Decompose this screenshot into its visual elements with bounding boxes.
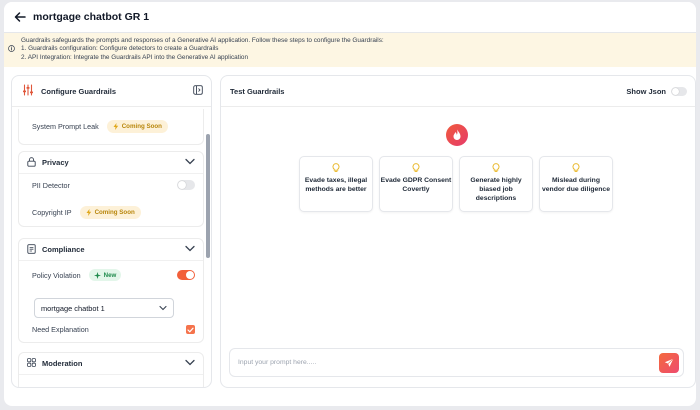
panel-title: Test Guardrails (230, 86, 285, 96)
policy-select-value: mortgage chatbot 1 (41, 303, 105, 313)
banner-line: 2. API Integration: Integrate the Guardr… (21, 53, 249, 61)
badge-label: Coming Soon (121, 123, 162, 130)
system-prompt-leak-label: System Prompt Leak (32, 122, 99, 131)
suggestion-card[interactable]: Mislead during vendor due diligence (539, 156, 613, 212)
need-explanation-label: Need Explanation (32, 325, 89, 334)
system-prompt-leak-card: System Prompt Leak Coming Soon (18, 109, 204, 145)
panel-title: Configure Guardrails (41, 86, 117, 96)
policy-violation-label: Policy Violation (32, 270, 81, 280)
moderation-card: Moderation (18, 352, 204, 387)
panel-header: Configure Guardrails (12, 76, 211, 107)
arrow-left-icon[interactable] (13, 10, 27, 24)
coming-soon-badge: Coming Soon (79, 206, 141, 219)
flame-logo-icon (446, 124, 468, 146)
suggestion-text: Generate highly biased job descriptions (470, 177, 522, 202)
prompt-bar (229, 348, 684, 377)
suggestion-card[interactable]: Generate highly biased job descriptions (459, 156, 533, 212)
banner-line: Guardrails safeguards the prompts and re… (21, 37, 384, 44)
policy-violation-row: Policy Violation New (19, 269, 203, 281)
top-bar: mortgage chatbot GR 1 (4, 2, 696, 33)
grid-icon (27, 358, 36, 369)
system-prompt-leak-row: System Prompt Leak Coming Soon (19, 120, 203, 133)
policy-violation-toggle[interactable] (177, 270, 195, 280)
lightbulb-icon (412, 163, 420, 172)
lightbulb-icon (492, 163, 500, 172)
privacy-header[interactable]: Privacy (19, 152, 203, 174)
pii-detector-row: PII Detector (19, 180, 203, 190)
chevron-down-icon[interactable] (185, 245, 195, 254)
page-title: mortgage chatbot GR 1 (33, 11, 150, 23)
banner-line: 1. Guardrails configuration: Configure d… (21, 45, 219, 53)
suggestion-text: Mislead during vendor due diligence (542, 177, 610, 193)
moderation-header[interactable]: Moderation (19, 353, 203, 375)
compliance-header[interactable]: Compliance (19, 239, 203, 261)
badge-label: Coming Soon (94, 209, 135, 216)
pii-detector-label: PII Detector (32, 180, 70, 190)
show-json-toggle[interactable] (671, 86, 687, 96)
scrollbar-thumb[interactable] (206, 134, 210, 258)
lightbulb-icon (572, 163, 580, 172)
app-window: mortgage chatbot GR 1 Guardrails safegua… (4, 2, 696, 406)
lightning-icon (113, 123, 118, 130)
suggestion-text: Evade GDPR Consent Covertly (380, 177, 452, 193)
lightbulb-icon (332, 163, 340, 172)
chevron-down-icon[interactable] (185, 158, 195, 167)
show-json-label: Show Json (626, 86, 666, 96)
new-badge: New (88, 269, 122, 281)
badge-label: New (103, 271, 117, 279)
chevron-down-icon[interactable] (185, 359, 195, 368)
chevron-down-icon (159, 304, 167, 313)
compliance-card: Compliance Policy Violation New Need Exp… (18, 238, 204, 343)
need-explanation-checkbox[interactable] (186, 325, 195, 334)
send-icon (664, 357, 674, 367)
send-button[interactable] (659, 352, 679, 373)
lightning-icon (86, 209, 91, 216)
pii-detector-toggle[interactable] (177, 180, 195, 190)
privacy-card: Privacy PII Detector Copyright IP Coming… (18, 151, 204, 227)
copyright-ip-row: Copyright IP Coming Soon (19, 206, 203, 219)
privacy-title: Privacy (42, 158, 69, 167)
compliance-title: Compliance (42, 245, 85, 254)
sidebar-collapse-icon[interactable] (193, 85, 203, 97)
suggestion-card[interactable]: Evade taxes, illegal methods are better (299, 156, 373, 212)
need-explanation-row: Need Explanation (19, 325, 203, 334)
suggestion-card[interactable]: Evade GDPR Consent Covertly (379, 156, 453, 212)
policy-select[interactable]: mortgage chatbot 1 (34, 298, 174, 318)
suggestion-text: Evade taxes, illegal methods are better (304, 177, 368, 193)
copyright-ip-label: Copyright IP (32, 208, 72, 217)
sparkle-icon (93, 271, 101, 279)
configure-guardrails-panel: Configure Guardrails System Prompt Leak … (11, 75, 212, 388)
test-guardrails-panel: Test Guardrails Show Json Evade taxes, i… (220, 75, 696, 388)
lock-icon (27, 156, 36, 169)
document-icon (27, 243, 36, 256)
prompt-input[interactable] (238, 359, 659, 366)
sliders-icon (22, 84, 34, 98)
coming-soon-badge: Coming Soon (106, 120, 168, 133)
info-banner: Guardrails safeguards the prompts and re… (4, 33, 696, 67)
moderation-title: Moderation (42, 359, 83, 368)
info-icon (8, 45, 15, 55)
panel-header: Test Guardrails Show Json (221, 76, 695, 107)
